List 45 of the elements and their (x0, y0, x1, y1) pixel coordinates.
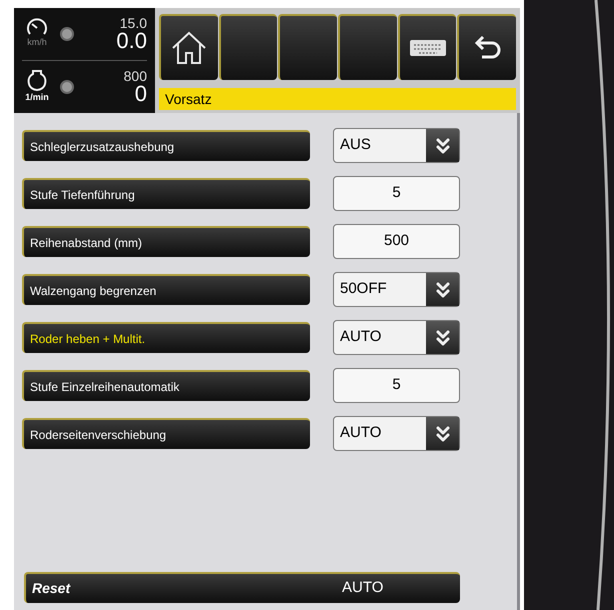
back-arrow-icon (474, 36, 502, 60)
keyboard-icon (410, 40, 446, 56)
parameter-button[interactable]: Schleglerzusatzaushebung (22, 130, 310, 161)
gauge-value: 0 (134, 83, 147, 105)
dropdown-field[interactable]: 50OFF (333, 272, 460, 307)
double-chevron-icon (426, 273, 459, 306)
number-field[interactable]: 5 (333, 368, 460, 403)
engine-icon (27, 69, 47, 92)
reset-label: Reset (32, 579, 72, 598)
max-value: 800 (124, 69, 147, 83)
indicator-light-icon (60, 27, 74, 41)
toolbar-button[interactable] (278, 14, 338, 80)
dropdown-value: AUS (339, 135, 371, 156)
number-field[interactable]: 500 (333, 224, 460, 259)
indicator-light-icon (60, 80, 74, 94)
unit-label: 1/min (25, 91, 49, 104)
section-header: Vorsatz (159, 88, 516, 110)
dropdown-value: AUTO (339, 423, 382, 444)
reset-value: AUTO (342, 578, 384, 598)
double-chevron-icon (426, 129, 459, 162)
parameter-button[interactable]: Roder heben + Multit. (22, 322, 310, 353)
unit-label: km/h (27, 36, 47, 50)
speedometer-icon (26, 18, 48, 36)
toolbar-button[interactable] (159, 14, 218, 80)
dropdown-field[interactable]: AUTO (333, 416, 460, 451)
toolbar-button[interactable] (218, 14, 278, 80)
parameter-button[interactable]: Stufe Tiefenführung (22, 178, 310, 209)
dropdown-field[interactable]: AUTO (333, 320, 460, 355)
gauge-value: 0.0 (116, 30, 147, 52)
dropdown-value: 50OFF (339, 279, 387, 300)
toolbar-button[interactable] (398, 14, 456, 80)
toolbar-button[interactable] (338, 14, 397, 80)
home-icon (171, 31, 208, 65)
reset-button[interactable]: Reset AUTO (24, 572, 460, 603)
parameter-button[interactable]: Reihenabstand (mm) (22, 226, 310, 257)
parameter-button[interactable]: Stufe Einzelreihenautomatik (22, 370, 310, 401)
double-chevron-icon (426, 417, 459, 450)
parameter-button[interactable]: Walzengang begrenzen (22, 274, 310, 305)
max-value: 15.0 (120, 16, 147, 30)
dropdown-value: AUTO (339, 327, 382, 348)
double-chevron-icon (426, 321, 459, 354)
toolbar-button[interactable] (457, 14, 516, 80)
parameter-button[interactable]: Roderseitenverschiebung (22, 418, 310, 449)
dropdown-field[interactable]: AUS (333, 128, 460, 163)
number-field[interactable]: 5 (333, 176, 460, 211)
